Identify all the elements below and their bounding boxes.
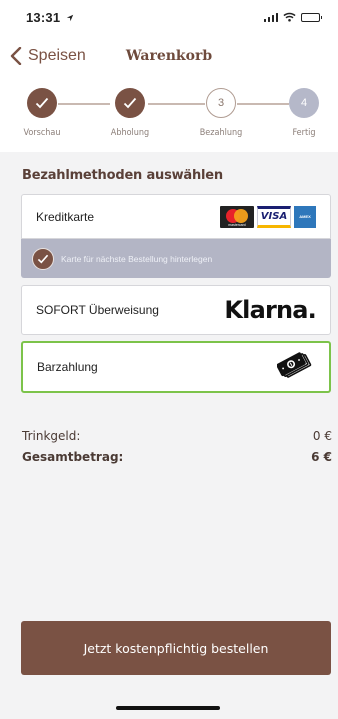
section-title: Bezahlmethoden auswählen [22,168,223,183]
step-vorschau: Vorschau [2,88,82,138]
chevron-left-icon [10,47,22,65]
tip-value: 0 € [312,429,332,443]
payment-option-label: SOFORT Überweisung [36,303,159,317]
check-icon [37,254,49,264]
location-arrow-icon [66,14,74,21]
save-card-row: Karte für nächste Bestellung hinterlegen [21,239,331,278]
home-indicator [116,706,220,710]
cash-icon [276,350,315,385]
save-card-label: Karte für nächste Bestellung hinterlegen [61,253,213,264]
tip-label: Trinkgeld: [22,429,81,443]
payment-option-label: Kreditkarte [36,209,95,224]
step-label: Vorschau [23,128,61,138]
payment-option-kreditkarte[interactable]: Kreditkarte mastercard VISA AMEX [21,194,331,239]
step-check-icon [115,88,145,118]
card-logos: mastercard VISA AMEX [220,205,316,228]
step-check-icon [27,88,57,118]
step-label: Fertig [292,128,316,138]
nav-bar: Speisen Warenkorb [0,38,338,74]
visa-logo-icon: VISA [257,205,291,228]
checkout-stepper: Vorschau Abholung 3 Bezahlung 4 Fertig [0,88,338,144]
step-bezahlung: 3 Bezahlung [181,88,261,138]
payment-option-label: Barzahlung [37,360,98,374]
total-row: Gesamtbetrag: 6 € [22,450,332,464]
step-label: Bezahlung [199,128,243,138]
back-button-label: Speisen [28,47,86,64]
total-label: Gesamtbetrag: [22,450,124,464]
tip-row: Trinkgeld: 0 € [22,429,332,443]
payment-option-sofort[interactable]: SOFORT Überweisung Klarna. [21,285,331,335]
back-button[interactable]: Speisen [10,47,86,65]
status-time-text: 13:31 [26,9,61,25]
mastercard-logo-icon: mastercard [220,205,254,228]
battery-icon [301,12,322,22]
step-number: 4 [289,88,319,118]
status-bar: 13:31 [0,0,338,34]
status-time: 13:31 [26,10,74,25]
payment-option-barzahlung[interactable]: Barzahlung [21,341,331,393]
mastercard-logo-text: mastercard [228,222,246,227]
signal-icon [263,12,278,22]
save-card-checkbox[interactable] [32,247,54,270]
total-value: 6 € [311,450,332,464]
status-icons [263,12,322,22]
step-abholung: Abholung [90,88,170,138]
payment-content: Bezahlmethoden auswählen Kreditkarte mas… [0,152,338,719]
step-label: Abholung [110,128,150,138]
klarna-logo: Klarna. [224,296,316,324]
amex-logo-icon: AMEX [294,205,316,228]
step-number: 3 [206,88,236,118]
order-button[interactable]: Jetzt kostenpflichtig bestellen [21,621,331,675]
step-fertig: 4 Fertig [264,88,338,138]
wifi-icon [283,12,296,22]
